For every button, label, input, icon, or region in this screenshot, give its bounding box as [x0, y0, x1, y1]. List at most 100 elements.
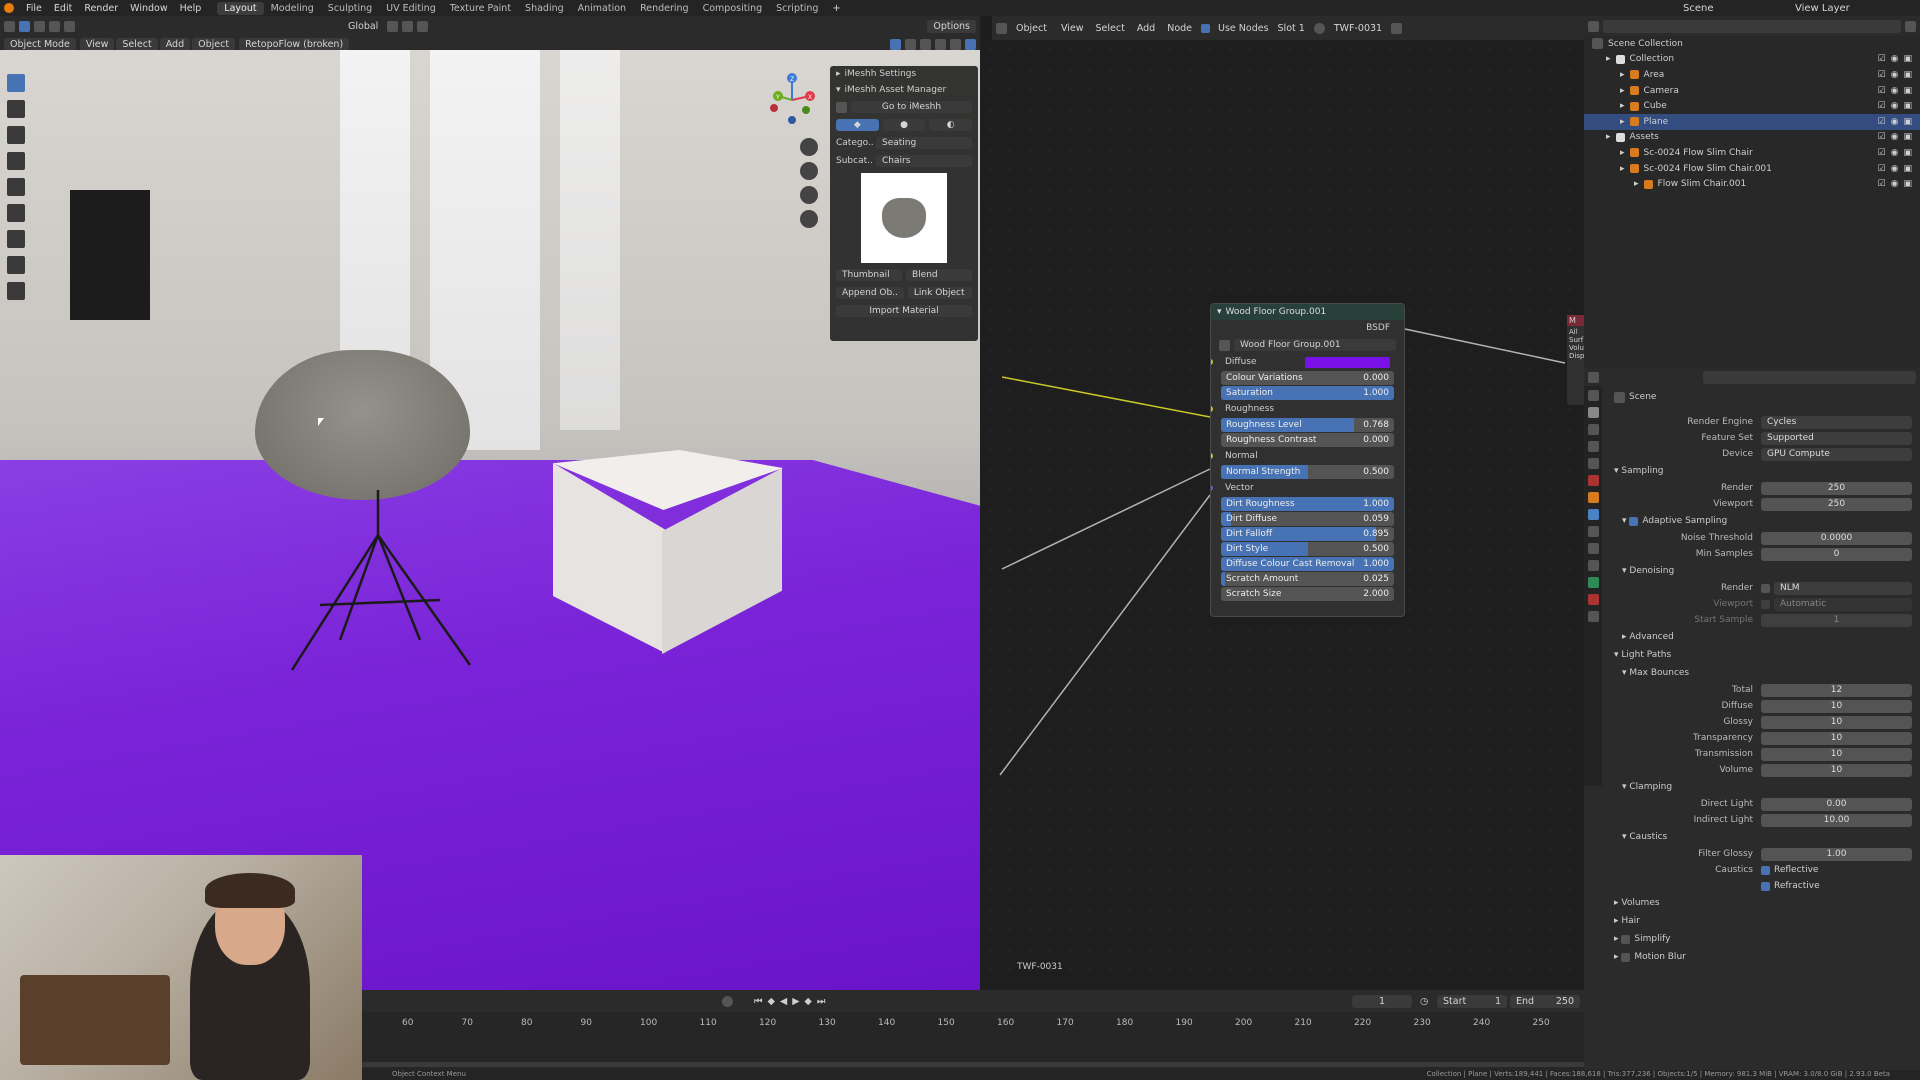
input-socket-icon[interactable]	[1211, 453, 1213, 459]
min-samples-field[interactable]: 0	[1761, 547, 1912, 561]
render-camera-icon[interactable]: ▣	[1903, 117, 1912, 127]
denoising-panel-header[interactable]: ▾ Denoising	[1606, 562, 1920, 580]
timeline[interactable]: ⏮ ◆ ◀ ▶ ◆ ⏭ 1 ◷ Start 1 End 250 60 70 80 90 10…	[362, 990, 1584, 1080]
node-input-slider[interactable]: Normal Strength 0.500	[1221, 465, 1394, 479]
denoise-render-dropdown[interactable]: NLM	[1774, 581, 1912, 595]
visibility-eye-icon[interactable]: ◉	[1891, 148, 1899, 158]
go-to-imeshh-button[interactable]: Go to iMeshh	[851, 101, 972, 113]
next-key-icon[interactable]: ◆	[805, 996, 812, 1007]
exclude-checkbox-icon[interactable]: ☑	[1878, 70, 1886, 80]
visibility-eye-icon[interactable]: ◉	[1891, 86, 1899, 96]
bounce-field[interactable]: 12	[1761, 683, 1912, 697]
solid-shading-icon[interactable]	[935, 38, 946, 50]
node-input-slider[interactable]: Dirt Style 0.500	[1221, 542, 1394, 556]
material-tab-icon[interactable]	[1587, 594, 1599, 605]
node-input-slider[interactable]: Roughness Contrast 0.000	[1221, 433, 1394, 447]
volumes-panel-header[interactable]: ▸ Volumes	[1606, 894, 1920, 912]
render-camera-icon[interactable]: ▣	[1903, 132, 1912, 142]
render-camera-icon[interactable]: ▣	[1903, 70, 1912, 80]
scene-tab-icon[interactable]	[1587, 458, 1599, 469]
workspace-tab-modeling[interactable]: Modeling	[264, 2, 321, 15]
move-tool-icon[interactable]	[7, 126, 25, 144]
scene-selector[interactable]: Scene	[1678, 2, 1788, 15]
view-layer-tab-icon[interactable]	[1587, 441, 1599, 452]
advanced-panel-header[interactable]: ▸ Advanced	[1606, 628, 1920, 646]
exclude-checkbox-icon[interactable]: ☑	[1878, 117, 1886, 127]
subcategory-dropdown[interactable]: Chairs	[876, 155, 972, 167]
outliner-row[interactable]: ▸ Cube ☑ ◉ ▣	[1584, 98, 1920, 114]
node-menu-select[interactable]: Select	[1091, 22, 1130, 35]
asset-thumbnail[interactable]	[861, 173, 947, 263]
grid-icon[interactable]	[800, 210, 818, 228]
render-tab-icon[interactable]	[1587, 407, 1599, 418]
visibility-eye-icon[interactable]: ◉	[1891, 117, 1899, 127]
viewport-menu-view[interactable]: View	[79, 37, 115, 51]
scale-tool-icon[interactable]	[7, 178, 25, 196]
material-shading-icon[interactable]	[950, 38, 961, 50]
modifier-tab-icon[interactable]	[1587, 509, 1599, 520]
outliner-row[interactable]: ▸ Area ☑ ◉ ▣	[1584, 67, 1920, 83]
exclude-checkbox-icon[interactable]: ☑	[1878, 101, 1886, 111]
viewport-menu-select[interactable]: Select	[116, 37, 158, 51]
start-frame-field[interactable]: Start 1	[1437, 994, 1507, 1008]
data-tab-icon[interactable]	[1587, 577, 1599, 588]
refractive-checkbox[interactable]	[1761, 881, 1770, 891]
select-mode-extend-icon[interactable]	[49, 20, 60, 32]
constraints-tab-icon[interactable]	[1587, 560, 1599, 571]
timeline-scrollbar[interactable]	[362, 1062, 1584, 1067]
max-bounces-header[interactable]: ▾ Max Bounces	[1606, 664, 1920, 682]
properties-type-icon[interactable]	[1588, 371, 1599, 383]
caustics-panel-header[interactable]: ▾ Caustics	[1606, 828, 1920, 846]
end-frame-field[interactable]: End 250	[1510, 994, 1580, 1008]
prev-key-icon[interactable]: ◆	[768, 996, 775, 1007]
render-camera-icon[interactable]: ▣	[1903, 148, 1912, 158]
view-layer-selector[interactable]: View Layer	[1790, 2, 1920, 15]
clock-icon[interactable]: ◷	[1420, 996, 1428, 1007]
proportional-edit-icon[interactable]	[417, 20, 429, 32]
hair-panel-header[interactable]: ▸ Hair	[1606, 912, 1920, 930]
annotate-tool-icon[interactable]	[7, 230, 25, 248]
filter-icon[interactable]	[1905, 20, 1916, 32]
record-icon[interactable]	[722, 995, 733, 1007]
retopoflow-menu[interactable]: RetopoFlow (broken)	[239, 37, 350, 51]
rotate-tool-icon[interactable]	[7, 152, 25, 170]
world-tab-icon[interactable]	[1587, 475, 1599, 486]
menu-file[interactable]: File	[20, 3, 48, 14]
render-camera-icon[interactable]: ▣	[1903, 54, 1912, 64]
diffuse-color-swatch[interactable]	[1305, 356, 1390, 368]
menu-edit[interactable]: Edit	[48, 3, 78, 14]
reflective-checkbox[interactable]	[1761, 865, 1770, 875]
particles-tab-icon[interactable]	[1587, 526, 1599, 537]
editor-type-icon[interactable]	[4, 20, 15, 32]
measure-tool-icon[interactable]	[7, 256, 25, 274]
timeline-ruler[interactable]: 60 70 80 90 100 110 120 130 140 150 160 170 180 190 20…	[362, 1012, 1584, 1032]
append-object-button[interactable]: Append Ob..	[836, 287, 904, 299]
expand-arrow-icon[interactable]: ▸	[1620, 164, 1625, 174]
material-sphere-icon[interactable]	[1313, 22, 1325, 34]
material-output-node[interactable]: M All Surf Volu Disp	[1567, 315, 1584, 405]
outliner-row[interactable]: ▸ Assets ☑ ◉ ▣	[1584, 130, 1920, 146]
outliner-row[interactable]: ▸ Plane ☑ ◉ ▣	[1584, 113, 1920, 130]
outliner-row[interactable]: ▸ Sc-0024 Flow Slim Chair.001 ☑ ◉ ▣	[1584, 161, 1920, 177]
workspace-tab-sculpting[interactable]: Sculpting	[321, 2, 379, 15]
input-socket-icon[interactable]	[1211, 359, 1213, 365]
denoise-viewport-dropdown[interactable]: Automatic	[1774, 597, 1912, 611]
visibility-eye-icon[interactable]: ◉	[1891, 132, 1899, 142]
outliner-row[interactable]: ▸ Collection ☑ ◉ ▣	[1584, 52, 1920, 68]
link-object-button[interactable]: Link Object	[907, 287, 972, 299]
light-paths-panel-header[interactable]: ▾ Light Paths	[1606, 646, 1920, 664]
select-tool-icon[interactable]	[7, 74, 25, 92]
transform-orientation-dropdown[interactable]: Global	[343, 20, 383, 33]
scene-collection-label[interactable]: Scene Collection	[1608, 39, 1683, 49]
simplify-checkbox[interactable]	[1621, 934, 1631, 944]
add-cube-tool-icon[interactable]	[7, 282, 25, 300]
exclude-checkbox-icon[interactable]: ☑	[1878, 132, 1886, 142]
node-menu-view[interactable]: View	[1056, 22, 1089, 35]
pin-icon[interactable]	[1391, 22, 1403, 34]
start-sample-field[interactable]: 1	[1761, 613, 1912, 627]
add-workspace-button[interactable]: +	[827, 2, 845, 15]
expand-arrow-icon[interactable]: ▸	[1620, 148, 1625, 158]
expand-arrow-icon[interactable]: ▸	[1620, 70, 1625, 80]
blend-button[interactable]: Blend	[906, 269, 972, 281]
render-camera-icon[interactable]: ▣	[1903, 101, 1912, 111]
